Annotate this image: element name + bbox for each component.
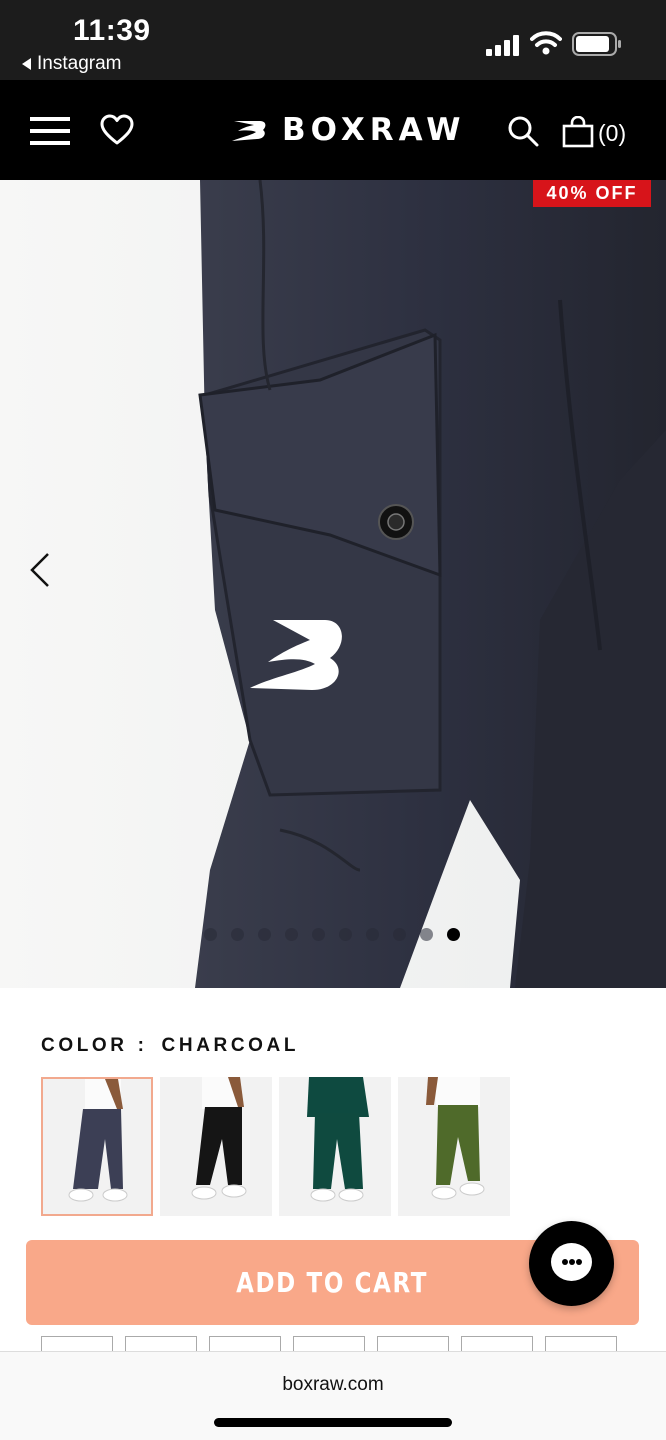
swatch-green[interactable]	[279, 1077, 391, 1216]
chat-dot	[576, 1259, 582, 1265]
chat-button[interactable]	[529, 1221, 614, 1306]
black-pants-thumbnail	[160, 1077, 272, 1216]
carousel-dot[interactable]	[339, 928, 352, 941]
back-to-app-link[interactable]: Instagram	[22, 53, 121, 75]
color-swatches	[41, 1077, 510, 1216]
carousel-dot[interactable]	[393, 928, 406, 941]
swatch-black[interactable]	[160, 1077, 272, 1216]
back-triangle-icon	[22, 58, 31, 70]
carousel-dot[interactable]	[312, 928, 325, 941]
bag-icon[interactable]	[562, 116, 594, 148]
status-time: 11:39	[73, 14, 151, 47]
charcoal-pants-thumbnail	[43, 1079, 151, 1214]
carousel-dot[interactable]	[258, 928, 271, 941]
boxraw-logo-mark-icon	[232, 121, 266, 141]
brand-logo[interactable]: BOXRAW	[230, 112, 465, 148]
discount-badge: 40% OFF	[533, 180, 651, 207]
home-indicator	[214, 1418, 452, 1427]
back-app-label: Instagram	[37, 53, 122, 74]
carousel-dot[interactable]	[204, 928, 217, 941]
carousel-dot[interactable]	[366, 928, 379, 941]
product-image-carousel[interactable]: 40% OFF	[0, 180, 666, 988]
cart-count[interactable]: (0)	[598, 120, 626, 147]
status-bar: 11:39 Instagram	[0, 0, 666, 80]
swatch-olive[interactable]	[398, 1077, 510, 1216]
color-label-text: COLOR	[41, 1035, 128, 1056]
carousel-dot-active[interactable]	[447, 928, 460, 941]
color-label: COLOR : CHARCOAL	[41, 1035, 299, 1057]
search-icon[interactable]	[507, 115, 539, 147]
signal-icon	[486, 35, 519, 56]
chat-dot	[569, 1259, 575, 1265]
browser-bottom-bar: boxraw.com	[0, 1351, 666, 1440]
wifi-icon	[530, 31, 562, 55]
heart-icon[interactable]	[100, 114, 134, 146]
add-to-cart-label: ADD TO CART	[236, 1266, 429, 1299]
color-label-separator: :	[137, 1035, 148, 1056]
url-bar[interactable]: boxraw.com	[0, 1374, 666, 1396]
brand-name: BOXRAW	[282, 112, 466, 148]
chat-dot	[562, 1259, 568, 1265]
carousel-dot[interactable]	[231, 928, 244, 941]
carousel-dot[interactable]	[285, 928, 298, 941]
carousel-dots	[204, 928, 460, 941]
selected-color-name: CHARCOAL	[161, 1035, 300, 1056]
green-pants-thumbnail	[279, 1077, 391, 1216]
site-header: BOXRAW (0)	[0, 80, 666, 180]
battery-icon	[572, 32, 621, 56]
olive-pants-thumbnail	[398, 1077, 510, 1216]
swatch-charcoal[interactable]	[41, 1077, 153, 1216]
chevron-left-icon[interactable]	[26, 550, 56, 590]
carousel-dot[interactable]	[420, 928, 433, 941]
menu-icon[interactable]	[30, 116, 70, 146]
product-photo	[0, 180, 666, 988]
